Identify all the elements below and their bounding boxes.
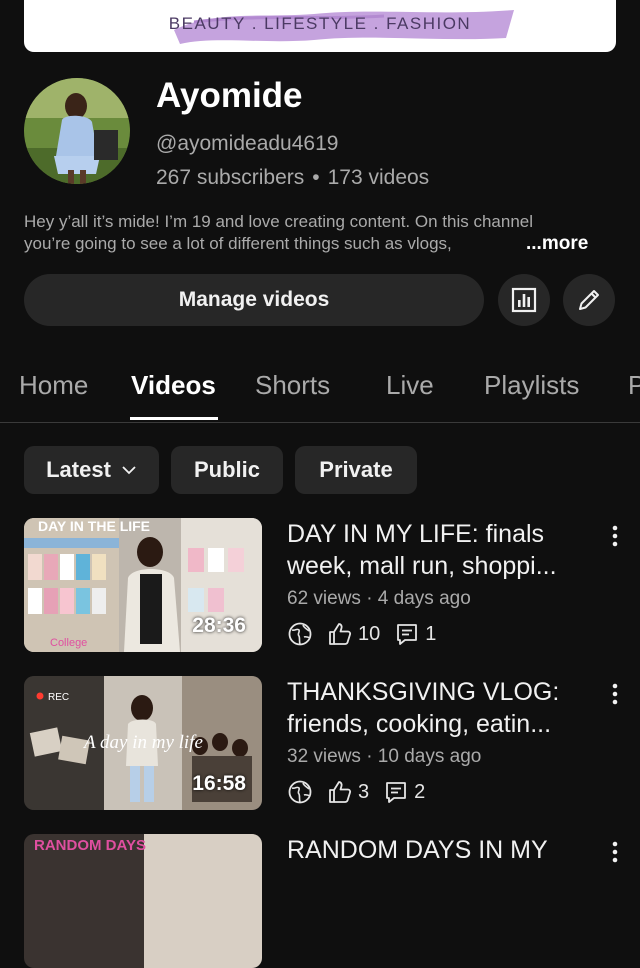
stats-separator: •	[312, 166, 320, 189]
channel-description[interactable]: Hey y’all it’s mide! I’m 19 and love cre…	[24, 211, 624, 255]
thumb-script-text: A day in my life	[82, 732, 203, 753]
tab-videos[interactable]: Videos	[131, 370, 216, 401]
tab-posts-partial[interactable]: P	[628, 370, 640, 401]
thumbnail-image: RANDOM DAYS	[24, 834, 262, 968]
video-title-line-2: friends, cooking, eatin...	[287, 710, 552, 738]
channel-banner[interactable]: BEAUTY . LIFESTYLE . FASHION	[24, 0, 616, 52]
comment-count: 1	[425, 622, 437, 645]
globe-icon	[288, 780, 312, 804]
filter-public-chip[interactable]: Public	[171, 446, 283, 494]
private-label: Private	[319, 457, 393, 482]
chevron-down-icon	[122, 466, 136, 475]
more-options-icon[interactable]	[605, 522, 625, 552]
like-count: 3	[358, 780, 370, 803]
video-title-line-1: THANKSGIVING VLOG:	[287, 678, 560, 706]
visibility-public	[287, 621, 313, 647]
channel-handle: @ayomideadu4619	[156, 132, 339, 155]
thumb-title-text: RANDOM DAYS	[34, 837, 146, 854]
video-title[interactable]: RANDOM DAYS IN MY	[287, 834, 597, 866]
more-options-icon[interactable]	[605, 680, 625, 710]
video-title[interactable]: THANKSGIVING VLOG: friends, cooking, eat…	[287, 676, 597, 740]
visibility-public	[287, 779, 313, 805]
video-count: 173 videos	[327, 166, 430, 189]
thumb-college-text: College	[50, 637, 87, 649]
banner-tagline: BEAUTY . LIFESTYLE . FASHION	[168, 14, 472, 33]
like-count: 10	[358, 622, 381, 645]
thumbs-up-icon	[329, 781, 352, 803]
active-tab-indicator	[130, 417, 218, 420]
video-title-line-2: week, mall run, shoppi...	[287, 552, 557, 580]
analytics-button[interactable]	[498, 274, 550, 326]
bar-chart-icon	[511, 287, 537, 313]
manage-videos-label: Manage videos	[178, 288, 330, 311]
public-label: Public	[193, 457, 260, 482]
channel-stats: 267 subscribers • 173 videos	[156, 166, 429, 190]
comment-icon	[386, 782, 407, 803]
rec-label: REC	[48, 692, 69, 703]
edit-channel-button[interactable]	[563, 274, 615, 326]
sort-label: Latest	[46, 457, 111, 482]
more-options-icon[interactable]	[605, 838, 625, 868]
description-line-1: Hey y’all it’s mide! I’m 19 and love cre…	[24, 212, 534, 231]
video-title-line-1: RANDOM DAYS IN MY	[287, 836, 548, 864]
video-thumbnail[interactable]: REC A day in my life 16:58	[24, 676, 262, 810]
channel-name: Ayomide	[156, 76, 303, 115]
more-link[interactable]: ...more	[526, 233, 588, 255]
comment-icon	[397, 624, 418, 645]
thumbs-up-icon	[329, 623, 352, 645]
video-meta: 62 views · 4 days ago	[287, 588, 471, 609]
video-thumbnail[interactable]: DAY IN THE LIFE College 28:36	[24, 518, 262, 652]
likes-stat: 10	[327, 621, 380, 647]
video-duration: 28:36	[192, 614, 246, 637]
channel-avatar[interactable]	[24, 78, 130, 184]
tab-live[interactable]: Live	[386, 370, 434, 401]
video-title-line-1: DAY IN MY LIFE: finals	[287, 520, 545, 548]
tab-home[interactable]: Home	[19, 370, 88, 401]
subscriber-count: 267 subscribers	[156, 166, 305, 189]
channel-tabs: Home Videos Shorts Live Playlists P	[0, 360, 640, 423]
pencil-icon	[579, 290, 599, 310]
video-title[interactable]: DAY IN MY LIFE: finals week, mall run, s…	[287, 518, 597, 582]
avatar-photo	[24, 78, 130, 184]
manage-videos-button[interactable]: Manage videos	[24, 274, 484, 326]
comments-stat: 2	[383, 779, 425, 805]
comment-count: 2	[414, 780, 426, 803]
comments-stat: 1	[394, 621, 436, 647]
video-stats: 3 2	[287, 778, 439, 806]
video-thumbnail[interactable]: RANDOM DAYS	[24, 834, 262, 968]
likes-stat: 3	[327, 779, 369, 805]
thumb-title-text: DAY IN THE LIFE	[38, 518, 150, 534]
description-line-2: you’re going to see a lot of different t…	[24, 234, 452, 253]
filter-private-chip[interactable]: Private	[295, 446, 417, 494]
sort-latest-chip[interactable]: Latest	[24, 446, 159, 494]
video-stats: 10 1	[287, 620, 450, 648]
tab-playlists[interactable]: Playlists	[484, 370, 579, 401]
globe-icon	[288, 622, 312, 646]
tab-shorts[interactable]: Shorts	[255, 370, 330, 401]
video-duration: 16:58	[192, 772, 246, 795]
video-meta: 32 views · 10 days ago	[287, 746, 482, 767]
